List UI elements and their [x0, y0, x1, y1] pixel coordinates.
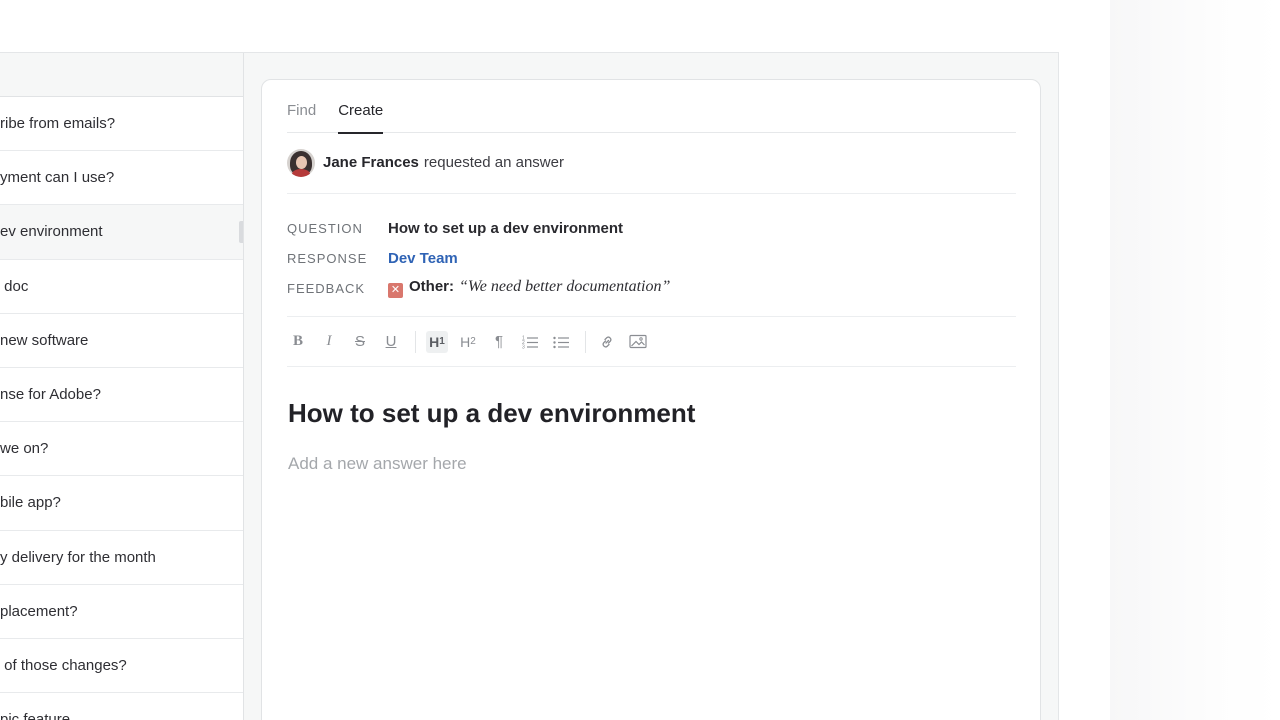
feedback-row: FEEDBACK ✕ Other: “We need better document…: [287, 273, 1016, 303]
list-item[interactable]: new software: [0, 314, 243, 368]
list-item-label: of those changes?: [0, 656, 127, 674]
list-item-label: yment can I use?: [0, 169, 115, 187]
tab-create[interactable]: Create: [338, 80, 384, 134]
list-item[interactable]: placement?: [0, 585, 243, 639]
list-item[interactable]: ribe from emails?: [0, 97, 243, 152]
close-icon: ✕: [388, 283, 403, 298]
list-item-label: placement?: [0, 602, 78, 620]
heading2-icon[interactable]: H2: [457, 331, 479, 353]
toolbar-divider: [415, 330, 416, 353]
answer-title[interactable]: How to set up a dev environment: [288, 398, 695, 429]
request-info: Jane Frances requested an answer: [287, 149, 1016, 194]
editor-toolbar: B I S U H1 H2 ¶ 123: [287, 317, 1016, 367]
avatar: [287, 149, 315, 177]
question-row: QUESTION How to set up a dev environment: [287, 213, 1016, 243]
feedback-label: FEEDBACK: [287, 280, 366, 296]
response-label: RESPONSE: [287, 250, 368, 266]
app-window: ribe from emails? yment can I use? ev envi…: [0, 52, 1059, 720]
list-item[interactable]: we on?: [0, 422, 243, 477]
list-item-label: new software: [0, 331, 89, 349]
list-item[interactable]: pic feature: [0, 693, 243, 720]
list-item-label: doc: [0, 277, 29, 295]
request-meta: QUESTION How to set up a dev environment…: [287, 210, 1016, 317]
paragraph-icon[interactable]: ¶: [488, 331, 510, 353]
question-value: How to set up a dev environment: [388, 219, 624, 237]
list-item[interactable]: ev environment: [0, 205, 243, 260]
list-item-label: we on?: [0, 440, 49, 458]
image-icon[interactable]: [627, 331, 649, 353]
list-item[interactable]: nse for Adobe?: [0, 368, 243, 423]
ordered-list-icon[interactable]: 123: [519, 331, 541, 353]
list-item-label: ribe from emails?: [0, 115, 116, 133]
strikethrough-icon[interactable]: S: [349, 331, 371, 353]
list-item-label: bile app?: [0, 494, 61, 512]
list-item-label: nse for Adobe?: [0, 386, 101, 404]
answer-panel: Find Create Jane Frances requested an an…: [261, 79, 1041, 720]
question-list-header: [0, 53, 243, 97]
request-action-text: requested an answer: [423, 154, 564, 171]
bold-icon[interactable]: B: [287, 331, 309, 353]
list-item-label: pic feature: [0, 711, 71, 720]
list-item-label: ev environment: [0, 223, 103, 241]
selection-indicator: [239, 221, 243, 244]
italic-icon[interactable]: I: [318, 331, 340, 353]
list-item[interactable]: bile app?: [0, 476, 243, 531]
tab-find[interactable]: Find: [287, 80, 316, 133]
answer-body-input[interactable]: Add a new answer here: [288, 454, 467, 474]
response-team-link[interactable]: Dev Team: [388, 250, 458, 267]
mode-tabs: Find Create: [287, 80, 1016, 134]
list-item[interactable]: of those changes?: [0, 639, 243, 694]
feedback-value: ✕ Other: “We need better documentation”: [388, 278, 670, 298]
bullet-list-icon[interactable]: [550, 331, 572, 353]
feedback-type: Other:: [409, 278, 454, 295]
underline-icon[interactable]: U: [380, 331, 402, 353]
question-list-pane: ribe from emails? yment can I use? ev envi…: [0, 53, 244, 720]
response-row: RESPONSE Dev Team: [287, 243, 1016, 273]
list-item[interactable]: doc: [0, 260, 243, 314]
right-gutter: [1110, 0, 1280, 720]
heading1-icon[interactable]: H1: [426, 330, 448, 353]
requester-name[interactable]: Jane Frances: [323, 150, 419, 176]
feedback-text: “We need better documentation”: [459, 278, 671, 295]
list-item[interactable]: y delivery for the month: [0, 531, 243, 585]
question-list: ribe from emails? yment can I use? ev envi…: [0, 97, 243, 720]
question-label: QUESTION: [287, 220, 363, 236]
link-icon[interactable]: [596, 331, 618, 353]
svg-text:3: 3: [522, 344, 525, 349]
list-item-label: y delivery for the month: [0, 548, 156, 566]
list-item[interactable]: yment can I use?: [0, 151, 243, 206]
toolbar-divider: [585, 330, 586, 353]
